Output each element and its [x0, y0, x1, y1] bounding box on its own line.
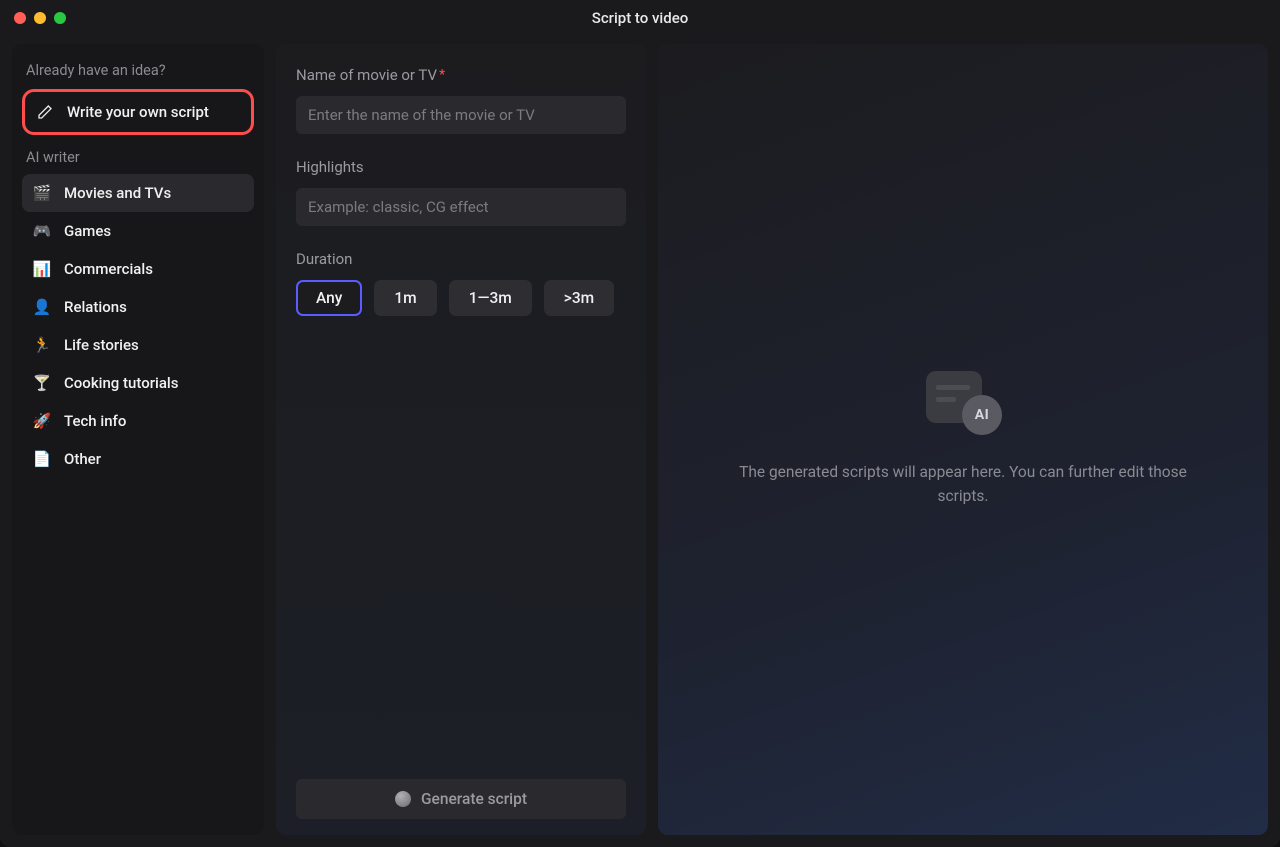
duration-gt3m-button[interactable]: >3m	[544, 280, 614, 316]
sidebar-item-label: Write your own script	[67, 103, 209, 121]
write-own-script-button[interactable]: Write your own script	[22, 89, 254, 135]
duration-any-button[interactable]: Any	[296, 280, 362, 316]
app-window: Script to video Already have an idea? Wr…	[0, 0, 1280, 847]
sidebar-item-label: Games	[64, 222, 111, 240]
sidebar-item-label: Other	[64, 450, 101, 468]
person-icon: 👤	[32, 297, 52, 317]
sidebar-item-cooking-tutorials[interactable]: 🍸 Cooking tutorials	[22, 364, 254, 402]
pencil-icon	[35, 102, 55, 122]
window-title: Script to video	[592, 9, 689, 27]
sidebar-item-other[interactable]: 📄 Other	[22, 440, 254, 478]
empty-state-text: The generated scripts will appear here. …	[733, 461, 1193, 508]
sidebar-item-label: Life stories	[64, 336, 139, 354]
name-field-label: Name of movie or TV *	[296, 66, 626, 84]
clapperboard-icon: 🎬	[32, 183, 52, 203]
required-star-icon: *	[439, 67, 445, 83]
highlights-field-label: Highlights	[296, 158, 626, 176]
generate-script-button[interactable]: Generate script	[296, 779, 626, 819]
sidebar-item-label: Commercials	[64, 260, 153, 278]
name-label-text: Name of movie or TV	[296, 66, 437, 84]
movie-name-input[interactable]	[296, 96, 626, 134]
sidebar-item-label: Relations	[64, 298, 127, 316]
ai-badge-icon: AI	[962, 395, 1002, 435]
content-area: Already have an idea? Write your own scr…	[0, 36, 1280, 847]
ai-writer-section-label: AI writer	[26, 149, 250, 166]
traffic-lights	[0, 12, 66, 24]
sidebar-item-label: Movies and TVs	[64, 184, 171, 202]
duration-options: Any 1m 1—3m >3m	[296, 280, 626, 316]
idea-section-label: Already have an idea?	[26, 62, 250, 79]
gamepad-icon: 🎮	[32, 221, 52, 241]
runner-icon: 🏃	[32, 335, 52, 355]
sidebar-item-label: Tech info	[64, 412, 126, 430]
empty-state-icon: AI	[924, 371, 1002, 435]
minimize-icon[interactable]	[34, 12, 46, 24]
cocktail-icon: 🍸	[32, 373, 52, 393]
rocket-icon: 🚀	[32, 411, 52, 431]
sphere-icon	[395, 791, 411, 807]
chart-icon: 📊	[32, 259, 52, 279]
sidebar-item-movies-tvs[interactable]: 🎬 Movies and TVs	[22, 174, 254, 212]
duration-1-3m-button[interactable]: 1—3m	[449, 280, 532, 316]
generate-button-label: Generate script	[421, 790, 527, 808]
duration-field-label: Duration	[296, 250, 626, 268]
document-icon: 📄	[32, 449, 52, 469]
sidebar-item-tech-info[interactable]: 🚀 Tech info	[22, 402, 254, 440]
sidebar-item-life-stories[interactable]: 🏃 Life stories	[22, 326, 254, 364]
sidebar-item-commercials[interactable]: 📊 Commercials	[22, 250, 254, 288]
generated-script-panel: AI The generated scripts will appear her…	[658, 44, 1268, 835]
sidebar-item-games[interactable]: 🎮 Games	[22, 212, 254, 250]
sidebar-item-relations[interactable]: 👤 Relations	[22, 288, 254, 326]
duration-1m-button[interactable]: 1m	[374, 280, 436, 316]
script-form-panel: Name of movie or TV * Highlights Duratio…	[276, 44, 646, 835]
sidebar-item-label: Cooking tutorials	[64, 374, 178, 392]
highlights-input[interactable]	[296, 188, 626, 226]
close-icon[interactable]	[14, 12, 26, 24]
maximize-icon[interactable]	[54, 12, 66, 24]
sidebar: Already have an idea? Write your own scr…	[12, 44, 264, 835]
titlebar: Script to video	[0, 0, 1280, 36]
